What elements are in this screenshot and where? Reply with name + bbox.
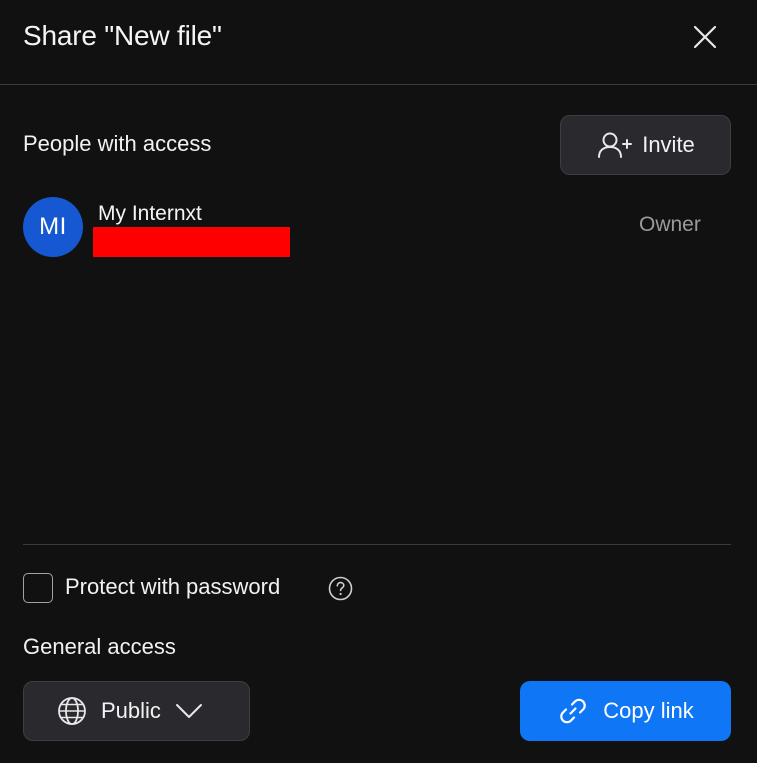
globe-icon <box>57 696 87 726</box>
dialog-title: Share "New file" <box>23 20 222 51</box>
help-icon[interactable] <box>328 576 353 601</box>
add-user-icon <box>596 131 633 159</box>
protect-password-checkbox[interactable] <box>23 573 53 603</box>
invite-button-label: Invite <box>642 132 695 157</box>
divider <box>23 544 731 545</box>
copy-link-button[interactable]: Copy link <box>520 681 731 741</box>
close-icon <box>693 25 717 49</box>
close-button[interactable] <box>688 20 722 54</box>
avatar: MI <box>23 197 83 257</box>
user-role: Owner <box>639 213 701 236</box>
invite-button[interactable]: Invite <box>560 115 731 175</box>
redacted-email <box>93 227 290 257</box>
chevron-down-icon <box>175 702 203 720</box>
user-name: My Internxt <box>98 202 202 225</box>
protect-password-label: Protect with password <box>65 574 281 599</box>
link-icon <box>557 695 589 727</box>
dialog-header: Share "New file" <box>0 0 757 85</box>
general-access-selected: Public <box>101 698 161 723</box>
general-access-dropdown[interactable]: Public <box>23 681 250 741</box>
general-access-label: General access <box>23 634 176 659</box>
people-with-access-label: People with access <box>23 131 212 156</box>
copy-link-label: Copy link <box>603 698 694 723</box>
